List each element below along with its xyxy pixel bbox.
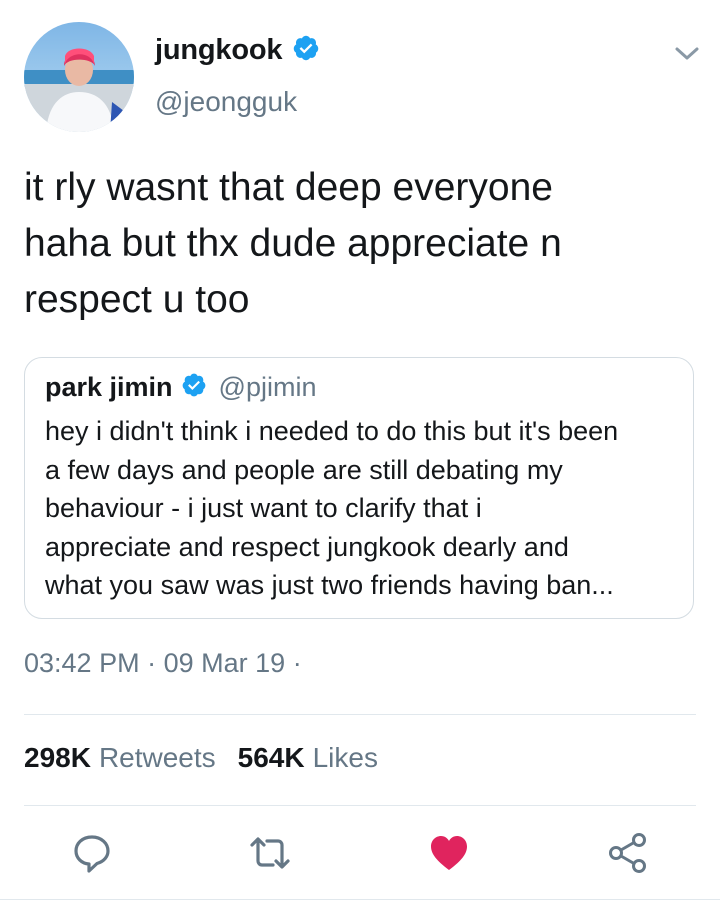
meta-separator: · [147,648,157,678]
tweet-time: 03:42 PM [24,648,140,678]
author-name-row[interactable]: jungkook [155,34,320,67]
retweets-label: Retweets [98,742,216,773]
bottom-divider [0,899,720,900]
tweet-action-bar [0,828,720,878]
tweet-text: it rly wasnt that deep everyone haha but… [24,160,684,328]
author-display-name: jungkook [155,34,283,66]
quoted-text-line: a few days and people are still debating… [45,454,563,485]
retweets-stat[interactable]: 298K Retweets [24,742,216,774]
meta-separator: · [292,648,302,678]
chevron-down-icon[interactable] [670,36,704,70]
likes-label: Likes [312,742,378,773]
retweet-icon[interactable] [245,828,295,878]
quoted-tweet-header: park jimin @pjimin [45,372,316,403]
divider [24,714,696,715]
verified-badge-icon [292,34,320,67]
likes-count: 564K [237,742,305,773]
retweets-count: 298K [24,742,91,773]
tweet-text-line: it rly wasnt that deep everyone [24,166,553,209]
share-icon[interactable] [603,828,653,878]
quoted-display-name: park jimin [45,372,173,402]
quoted-tweet-card[interactable]: park jimin @pjimin hey i didn't think i … [24,357,694,619]
quoted-text-line: what you saw was just two friends having… [45,570,614,600]
quoted-text-line: appreciate and respect jungkook dearly a… [45,531,569,562]
quoted-text-line: hey i didn't think i needed to do this b… [45,416,619,446]
like-icon[interactable] [424,828,474,878]
tweet-text-line: haha but thx dude appreciate n [24,222,562,265]
tweet-stats: 298K Retweets 564K Likes [24,742,378,774]
verified-badge-icon [181,372,207,403]
tweet-text-line: respect u too [24,278,250,321]
quoted-handle: @pjimin [218,372,317,402]
quoted-text-line: behaviour - i just want to clarify that … [45,493,482,523]
divider [24,805,696,806]
tweet-timestamp: 03:42 PM · 09 Mar 19 · [24,648,302,679]
reply-icon[interactable] [67,828,117,878]
quoted-tweet-text: hey i didn't think i needed to do this b… [45,412,685,605]
avatar-image [24,22,134,132]
tweet-date: 09 Mar 19 [163,648,286,678]
author-handle[interactable]: @jeongguk [155,86,297,118]
likes-stat[interactable]: 564K Likes [238,742,378,774]
author-avatar[interactable] [24,22,134,132]
